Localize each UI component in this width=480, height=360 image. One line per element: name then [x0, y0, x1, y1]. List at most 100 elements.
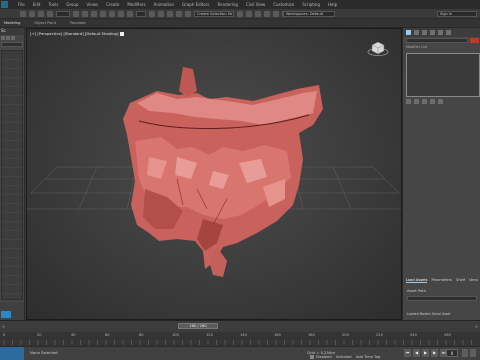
rotate-icon[interactable] — [118, 10, 124, 17]
display-tab-icon[interactable] — [438, 30, 443, 35]
auto-key-icon[interactable] — [310, 355, 314, 359]
list-item[interactable] — [2, 96, 22, 105]
tab-version[interactable]: Versi — [469, 278, 478, 283]
perspective-viewport[interactable]: [+] [Perspective] [Standard] [Default Sh… — [26, 28, 402, 320]
scene-explorer-search-input[interactable] — [1, 42, 23, 47]
list-item[interactable] — [2, 123, 22, 132]
add-time-tag-button[interactable]: Add Time Tag — [356, 355, 380, 359]
list-item[interactable] — [2, 276, 22, 285]
scale-icon[interactable] — [127, 10, 133, 17]
angle-snap-icon[interactable] — [167, 10, 173, 17]
key-filter-dropdown[interactable]: Selected — [336, 355, 352, 359]
menu-item[interactable]: Animation — [154, 2, 174, 7]
select-by-name-icon[interactable] — [82, 10, 88, 17]
list-item[interactable] — [2, 159, 22, 168]
list-item[interactable] — [2, 150, 22, 159]
modify-tab-icon[interactable] — [414, 30, 419, 35]
list-item[interactable] — [2, 222, 22, 231]
go-to-start-icon[interactable]: ⏮ — [404, 349, 411, 357]
list-item[interactable] — [2, 132, 22, 141]
scene-explorer-list[interactable] — [1, 50, 23, 300]
hierarchy-tab-icon[interactable] — [422, 30, 427, 35]
list-item[interactable] — [2, 258, 22, 267]
maxscript-listener[interactable] — [0, 347, 24, 360]
unlink-icon[interactable] — [47, 10, 53, 17]
tab-populate[interactable]: Populate — [70, 21, 86, 25]
configure-sets-icon[interactable] — [438, 99, 443, 104]
list-item[interactable] — [2, 168, 22, 177]
curve-editor-icon[interactable] — [264, 10, 270, 17]
tab-modeling[interactable]: Modeling — [4, 21, 20, 25]
select-object-icon[interactable] — [73, 10, 79, 17]
spinner-snap-icon[interactable] — [185, 10, 191, 17]
align-icon[interactable] — [246, 10, 252, 17]
list-item[interactable] — [2, 231, 22, 240]
app-logo-icon[interactable] — [1, 1, 8, 8]
snap-toggle-icon[interactable] — [158, 10, 164, 17]
previous-frame-icon[interactable]: ◀ — [413, 349, 420, 357]
selection-filter-dropdown[interactable] — [56, 10, 70, 17]
tab-load-assets[interactable]: Load Assets — [406, 278, 428, 283]
menu-item[interactable]: Graph Editors — [182, 2, 209, 7]
list-item[interactable] — [2, 213, 22, 222]
create-tab-icon[interactable] — [406, 30, 411, 35]
timeline-left-arrow-icon[interactable]: < — [2, 324, 5, 329]
list-item[interactable] — [2, 69, 22, 78]
time-slider[interactable]: 160 / 260 — [178, 323, 218, 329]
show-end-result-icon[interactable] — [414, 99, 419, 104]
reference-coordinate-dropdown[interactable] — [136, 10, 146, 17]
modifier-stack[interactable] — [406, 53, 480, 97]
menu-item[interactable]: File — [18, 2, 25, 7]
list-item[interactable] — [2, 78, 22, 87]
list-item[interactable] — [2, 141, 22, 150]
redo-icon[interactable] — [29, 10, 35, 17]
zoom-icon[interactable] — [462, 349, 468, 357]
link-icon[interactable] — [38, 10, 44, 17]
filter-icon[interactable] — [1, 36, 5, 40]
rectangle-selection-icon[interactable] — [91, 10, 97, 17]
menu-item[interactable]: Modifiers — [127, 2, 145, 7]
tab-object-paint[interactable]: Object Paint — [34, 21, 56, 25]
viewcube-icon[interactable] — [367, 39, 389, 57]
workspace-dropdown[interactable]: Workspaces: Default — [283, 11, 335, 17]
next-frame-icon[interactable]: ▶ — [431, 349, 438, 357]
list-item[interactable] — [2, 87, 22, 96]
timeline[interactable]: < 160 / 260 > — [0, 320, 480, 332]
viewport-label-text[interactable]: [+] [Perspective] [Standard] [Default Sh… — [30, 31, 118, 36]
explorer-selector-button[interactable] — [1, 311, 11, 318]
make-unique-icon[interactable] — [422, 99, 427, 104]
asset-path-field[interactable] — [407, 296, 477, 301]
menu-item[interactable]: Create — [106, 2, 119, 7]
viewport-menu-icon[interactable] — [120, 32, 125, 36]
options-icon[interactable] — [11, 36, 15, 40]
tab-shelf[interactable]: Shelf — [456, 278, 465, 283]
list-item[interactable] — [2, 186, 22, 195]
menu-item[interactable]: Views — [87, 2, 99, 7]
list-item[interactable] — [2, 249, 22, 258]
track-bar[interactable]: 0 20 40 60 80 100 120 140 160 180 200 22… — [0, 332, 480, 346]
list-item[interactable] — [2, 177, 22, 186]
play-icon[interactable]: ▶ — [422, 349, 429, 357]
undo-icon[interactable] — [20, 10, 26, 17]
list-item[interactable] — [2, 285, 22, 294]
move-icon[interactable] — [109, 10, 115, 17]
menu-item[interactable]: Group — [66, 2, 78, 7]
list-item[interactable] — [2, 204, 22, 213]
modifier-list-dropdown[interactable]: Modifier List — [406, 45, 427, 49]
menu-item[interactable]: Help — [328, 2, 337, 7]
tab-parameters[interactable]: Parameters — [431, 278, 452, 283]
menu-item[interactable]: Rendering — [218, 2, 238, 7]
remove-modifier-icon[interactable] — [430, 99, 435, 104]
lock-icon[interactable] — [6, 36, 10, 40]
object-color-swatch[interactable] — [470, 38, 479, 43]
menu-item[interactable]: Tools — [48, 2, 58, 7]
utilities-tab-icon[interactable] — [446, 30, 451, 35]
list-item[interactable] — [2, 105, 22, 114]
auto-key-state[interactable]: Disabled — [316, 355, 332, 359]
list-item[interactable] — [2, 51, 22, 60]
list-item[interactable] — [2, 195, 22, 204]
pin-stack-icon[interactable] — [406, 99, 411, 104]
list-item[interactable] — [2, 240, 22, 249]
menu-item[interactable]: Edit — [33, 2, 41, 7]
object-name-field[interactable] — [406, 38, 468, 43]
